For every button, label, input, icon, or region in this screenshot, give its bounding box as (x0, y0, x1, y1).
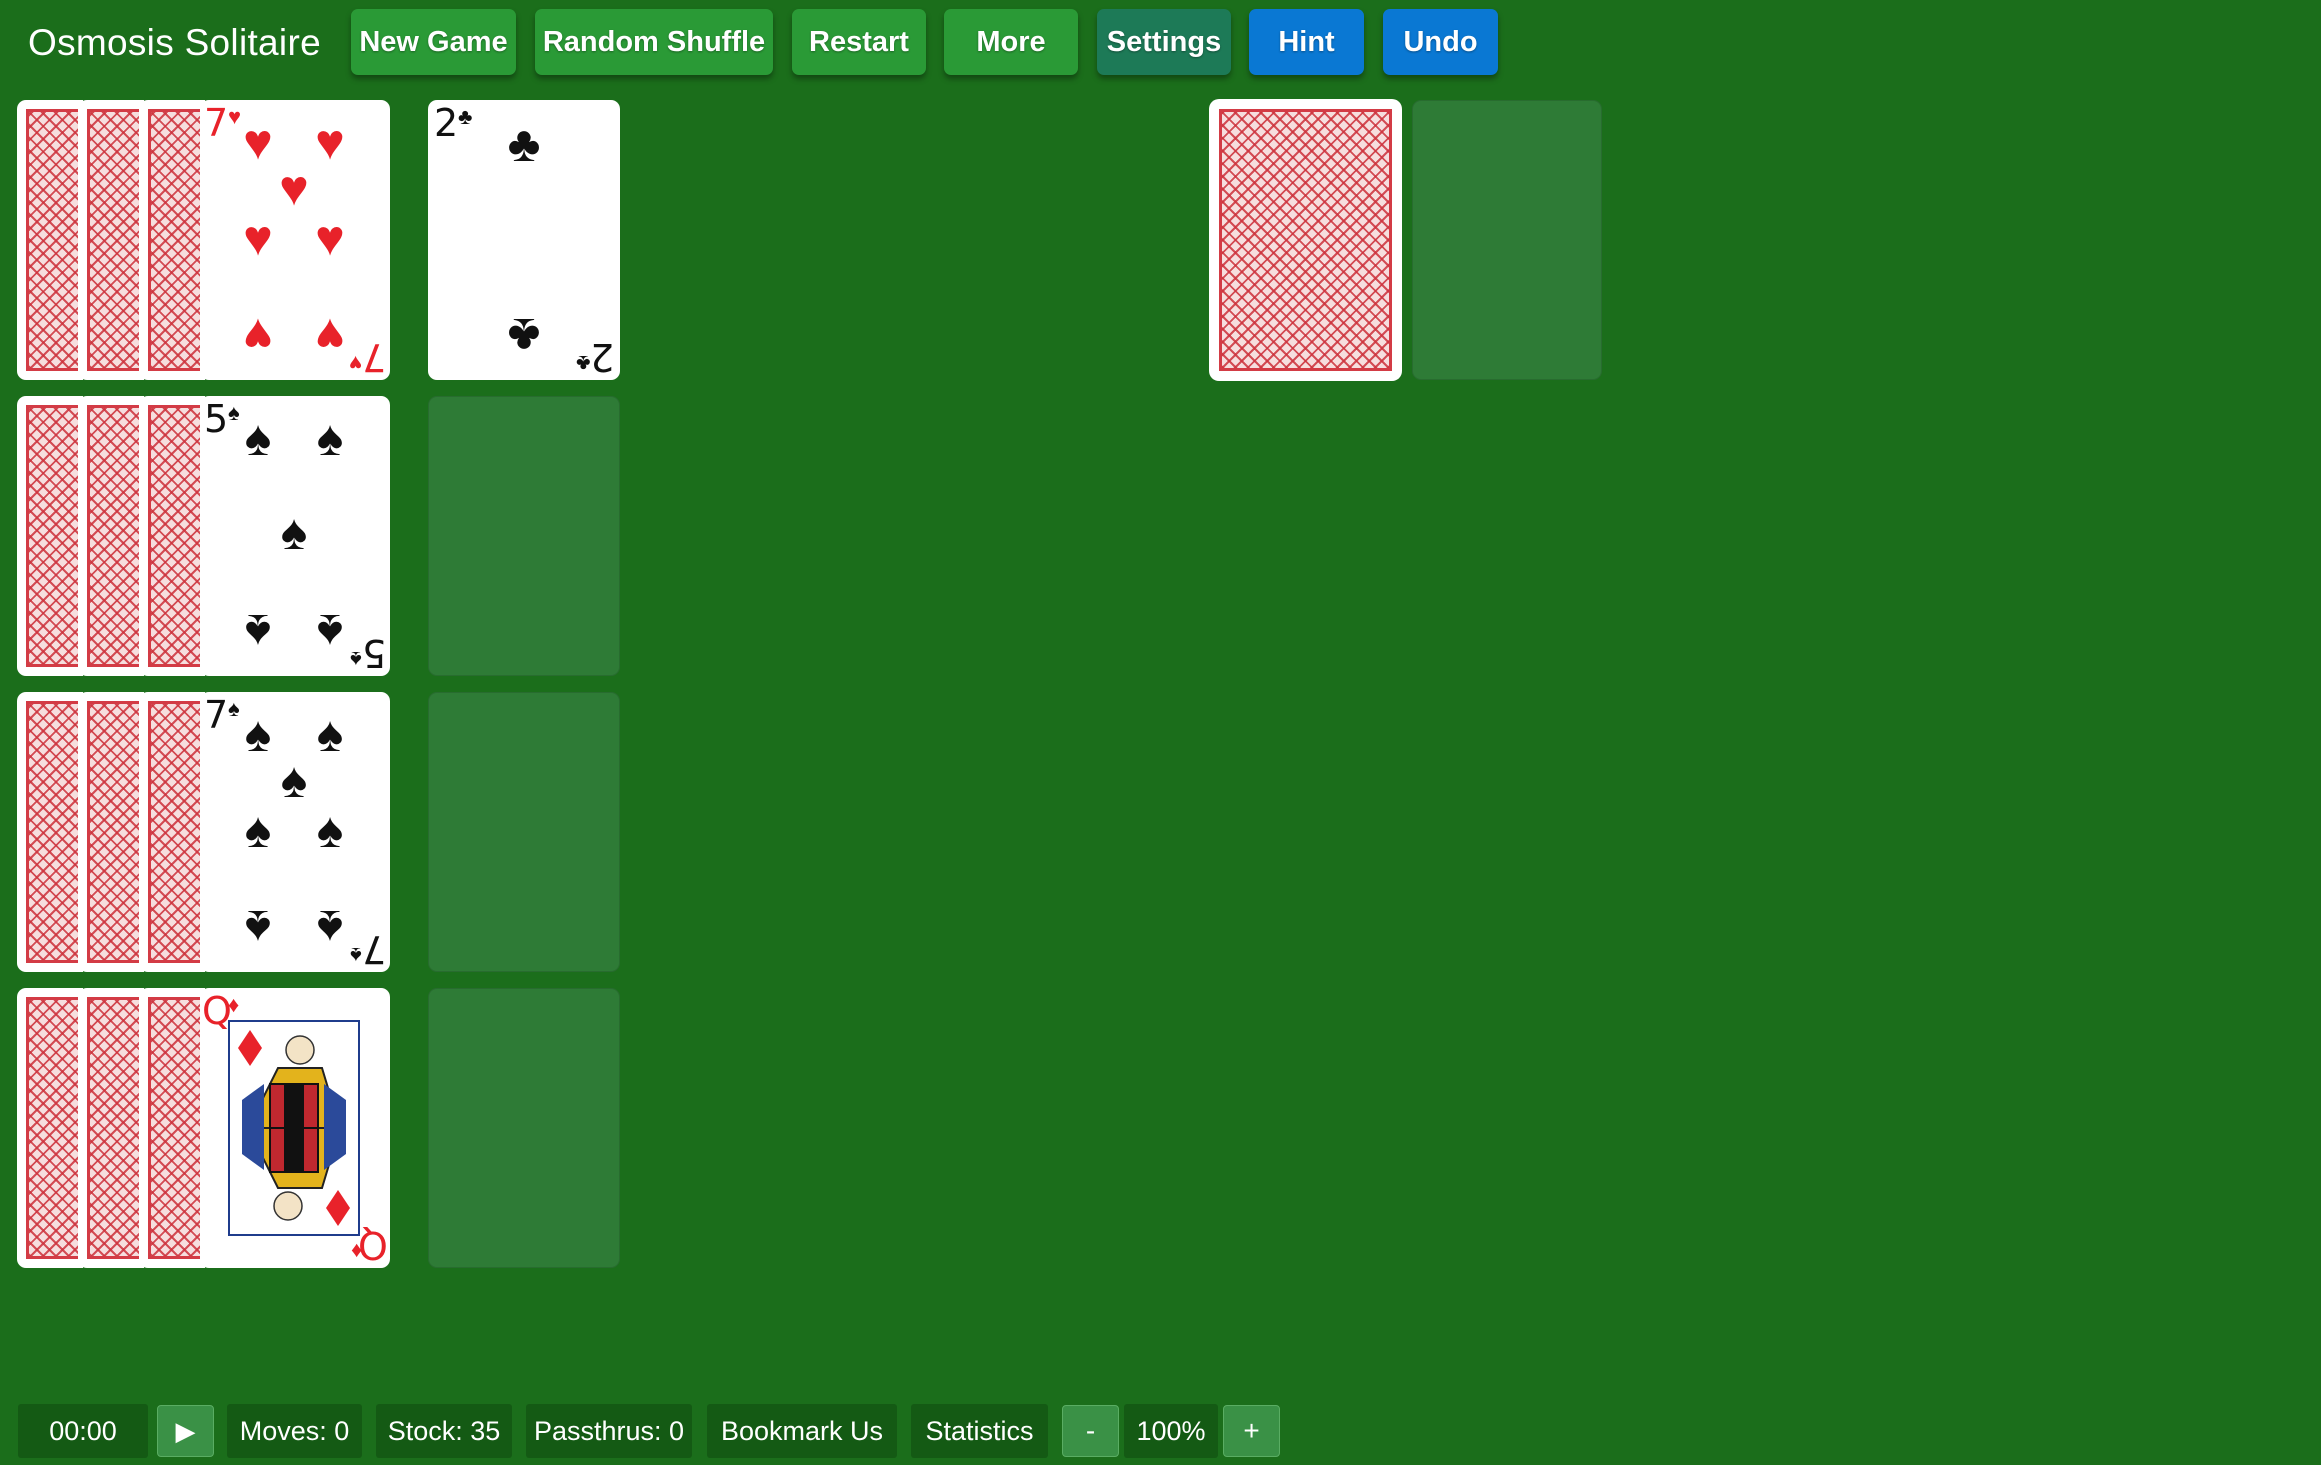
spade-icon: ♠ (244, 802, 272, 858)
waste-pile[interactable] (1412, 100, 1602, 380)
spade-icon: ♠ (244, 410, 272, 466)
spade-icon: ♠ (316, 410, 344, 466)
undo-button[interactable]: Undo (1383, 9, 1498, 75)
diamond-icon: ♦ (228, 992, 240, 1017)
face-down-card (78, 100, 144, 380)
face-down-card (139, 692, 205, 972)
card-rank: 5 (204, 397, 229, 441)
playing-card-7-spades[interactable]: 7 ♠ ♠ ♠ ♠ ♠ ♠ ♠ ♠ 7 ♠ (200, 692, 390, 972)
zoom-level: 100% (1124, 1404, 1218, 1458)
heart-icon: ♥ (243, 210, 273, 266)
settings-button[interactable]: Settings (1097, 9, 1231, 75)
statistics-button[interactable]: Statistics (911, 1404, 1048, 1458)
spade-icon: ♠ (228, 400, 240, 425)
spade-icon: ♠ (280, 504, 308, 560)
spade-icon: ♠ (316, 900, 344, 956)
queen-face-art (228, 1020, 360, 1236)
spade-icon: ♠ (316, 604, 344, 660)
spade-icon: ♠ (244, 706, 272, 762)
card-rank: Q (358, 1223, 388, 1267)
heart-icon: ♥ (279, 160, 309, 216)
face-down-card (17, 692, 83, 972)
foundation-4[interactable] (428, 988, 620, 1268)
zoom-out-button[interactable]: - (1062, 1405, 1119, 1457)
stock-counter: Stock: 35 (376, 1404, 512, 1458)
spade-icon: ♠ (316, 802, 344, 858)
face-down-card (139, 396, 205, 676)
face-down-card (139, 988, 205, 1268)
game-timer: 00:00 (18, 1404, 148, 1458)
passthrus-counter: Passthrus: 0 (526, 1404, 692, 1458)
face-down-card (78, 988, 144, 1268)
more-button[interactable]: More (944, 9, 1078, 75)
spade-icon: ♠ (350, 943, 362, 968)
heart-icon: ♥ (315, 210, 345, 266)
heart-icon: ♥ (228, 104, 242, 129)
card-rank: 7 (361, 335, 386, 379)
playing-card-7-hearts[interactable]: 7 ♥ ♥ ♥ ♥ ♥ ♥ ♥ ♥ 7 ♥ (200, 100, 390, 380)
foundation-3[interactable] (428, 692, 620, 972)
foundation-2[interactable] (428, 396, 620, 676)
face-down-card (139, 100, 205, 380)
hint-button[interactable]: Hint (1249, 9, 1364, 75)
card-rank: 2 (434, 101, 459, 145)
club-icon: ♣ (507, 308, 541, 364)
face-down-card (78, 396, 144, 676)
card-rank: 7 (204, 693, 229, 737)
play-icon[interactable]: ▶ (157, 1405, 214, 1457)
heart-icon: ♥ (243, 308, 273, 364)
app-title: Osmosis Solitaire (28, 22, 321, 63)
moves-counter: Moves: 0 (227, 1404, 362, 1458)
face-down-card (17, 396, 83, 676)
diamond-icon: ♦ (350, 1239, 362, 1264)
zoom-in-button[interactable]: + (1223, 1405, 1280, 1457)
club-icon: ♣ (575, 351, 590, 376)
heart-icon: ♥ (243, 114, 273, 170)
card-rank: 7 (361, 927, 386, 971)
spade-icon: ♠ (244, 900, 272, 956)
spade-icon: ♠ (316, 706, 344, 762)
playing-card-queen-diamonds[interactable]: Q ♦ Q ♦ (200, 988, 390, 1268)
face-down-card (17, 988, 83, 1268)
club-icon: ♣ (458, 104, 473, 129)
card-rank: 5 (361, 631, 386, 675)
playing-card-5-spades[interactable]: 5 ♠ ♠ ♠ ♠ ♠ ♠ 5 ♠ (200, 396, 390, 676)
heart-icon: ♥ (348, 351, 362, 376)
heart-icon: ♥ (315, 114, 345, 170)
spade-icon: ♠ (350, 647, 362, 672)
new-game-button[interactable]: New Game (351, 9, 516, 75)
heart-icon: ♥ (315, 308, 345, 364)
foundation-1[interactable]: 2 ♣ ♣ ♣ 2 ♣ (428, 100, 620, 380)
spade-icon: ♠ (228, 696, 240, 721)
face-down-card (17, 100, 83, 380)
random-shuffle-button[interactable]: Random Shuffle (535, 9, 773, 75)
restart-button[interactable]: Restart (792, 9, 926, 75)
card-rank: 7 (204, 101, 229, 145)
face-down-card (78, 692, 144, 972)
club-icon: ♣ (507, 116, 541, 172)
card-rank: 2 (589, 335, 614, 379)
spade-icon: ♠ (280, 752, 308, 808)
spade-icon: ♠ (244, 604, 272, 660)
stock-pile[interactable] (1209, 99, 1402, 381)
bookmark-button[interactable]: Bookmark Us (707, 1404, 897, 1458)
